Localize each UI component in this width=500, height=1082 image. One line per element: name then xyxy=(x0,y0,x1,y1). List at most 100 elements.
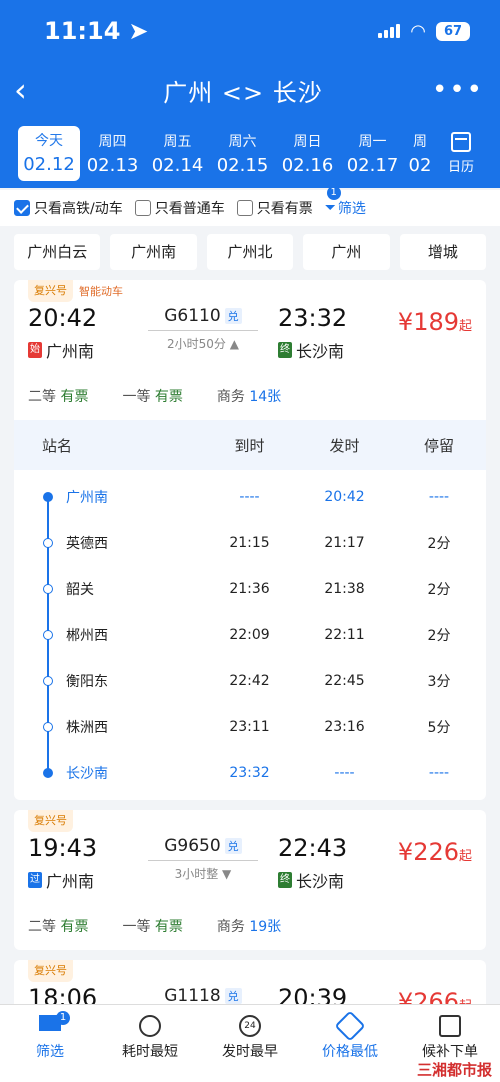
filter-row: 只看高铁/动车 只看普通车 只看有票 1 ⏷ 筛选 xyxy=(0,186,500,226)
station-chip[interactable]: 广州白云 xyxy=(14,234,101,270)
checkbox-icon[interactable] xyxy=(134,200,151,216)
checkbox-checked-icon[interactable] xyxy=(14,200,30,216)
price-suffix: 起 xyxy=(459,319,473,334)
filter-putong[interactable]: 只看普通车 xyxy=(134,198,225,218)
screen-filter-button[interactable]: 1 ⏷ 筛选 xyxy=(325,186,366,218)
filter-youpiao[interactable]: 只看有票 xyxy=(236,198,313,218)
battery-icon: 67 xyxy=(436,21,470,41)
price-value: ¥226 xyxy=(397,838,459,866)
location-arrow-icon: ➤ xyxy=(128,17,149,45)
stop-dot-icon xyxy=(43,722,53,732)
schedule-row: 韶关 21:36 21:38 2分 xyxy=(14,566,486,612)
calendar-button[interactable]: 日历 xyxy=(436,131,486,175)
arrival-time: 22:43 xyxy=(277,834,348,862)
cart-icon xyxy=(439,1015,461,1037)
schedule-row: 郴州西 22:09 22:11 2分 xyxy=(14,612,486,658)
price-value: ¥189 xyxy=(397,308,459,336)
date-tab-0[interactable]: 今天 02.12 xyxy=(18,125,80,181)
station-chip[interactable]: 广州北 xyxy=(206,234,294,270)
train-card[interactable]: 复兴号 智能动车 20:42 始广州南 G6110 兑 2小时50分 ▲ 23:3… xyxy=(14,280,486,800)
watermark-logo: 三湘都市报 xyxy=(416,1061,492,1079)
screen-badge: 1 xyxy=(56,1011,70,1025)
duration-toggle[interactable]: 2小时50分 ▲ xyxy=(148,335,258,352)
sort-fastest-button[interactable]: 耗时最短 xyxy=(100,1005,200,1082)
seat-class: 二等 有票 xyxy=(28,389,89,405)
train-type-tag: 复兴号 xyxy=(28,960,73,982)
date-weekday: 周 xyxy=(413,133,427,150)
seat-class: 二等 有票 xyxy=(28,919,89,935)
filter-label: 只看有票 xyxy=(256,201,313,217)
departure-time: 20:42 xyxy=(28,304,98,332)
checkbox-icon[interactable] xyxy=(236,200,253,216)
timer-icon xyxy=(139,1015,161,1037)
station-chip[interactable]: 广州 xyxy=(303,234,390,270)
arrival-time: 23:32 xyxy=(277,304,348,332)
train-card[interactable]: 复兴号 19:43 过广州南 G9650 兑 3小时整 ▼ 22:43 终长沙南 … xyxy=(14,810,486,950)
calendar-label: 日历 xyxy=(447,159,474,175)
date-tab-3[interactable]: 周六 02.15 xyxy=(210,131,275,176)
redeem-badge: 兑 xyxy=(224,988,242,1004)
redeem-badge: 兑 xyxy=(224,308,242,324)
date-weekday: 周日 xyxy=(293,133,322,150)
terminal-mark: 终 xyxy=(277,872,292,888)
price-suffix: 起 xyxy=(459,849,473,864)
station-chip[interactable]: 广州南 xyxy=(110,234,197,270)
signal-icon xyxy=(378,24,401,38)
status-time: 11:14 ➤ xyxy=(44,17,149,45)
date-tab-2[interactable]: 周五 02.14 xyxy=(145,131,210,176)
screen-label: 筛选 xyxy=(337,201,366,217)
date-value: 02.17 xyxy=(346,154,399,176)
back-icon[interactable]: ‹ xyxy=(14,74,54,106)
date-weekday: 周一 xyxy=(358,133,387,150)
departure-time: 19:43 xyxy=(28,834,98,862)
departure-station: 广州南 xyxy=(46,872,95,891)
train-type-tag: 复兴号 xyxy=(28,810,73,832)
arrival-station: 长沙南 xyxy=(295,872,344,891)
date-tab-5[interactable]: 周一 02.17 xyxy=(340,131,405,176)
date-value: 02.12 xyxy=(23,153,75,175)
stop-dot-icon xyxy=(43,538,53,548)
calendar-icon xyxy=(451,131,471,152)
date-tab-1[interactable]: 周四 02.13 xyxy=(80,131,145,176)
bottom-label: 发时最早 xyxy=(222,1044,278,1060)
bottom-label: 价格最低 xyxy=(322,1044,378,1060)
bottom-screen-button[interactable]: 1 筛选 xyxy=(0,1005,100,1082)
date-weekday: 周六 xyxy=(228,133,257,150)
departure-station: 广州南 xyxy=(46,342,95,361)
date-value: 02 xyxy=(408,154,432,176)
stop-dot-icon xyxy=(43,584,53,594)
wifi-icon: ◠ xyxy=(410,20,426,42)
schedule-row: 英德西 21:15 21:17 2分 xyxy=(14,520,486,566)
bottom-label: 筛选 xyxy=(36,1044,64,1060)
status-bar: 11:14 ➤ ◠ 67 xyxy=(0,0,500,62)
smart-train-tag: 智能动车 xyxy=(79,285,123,298)
passing-mark: 过 xyxy=(28,872,42,888)
price: ¥226起 xyxy=(398,834,472,866)
station-chip[interactable]: 增城 xyxy=(399,234,487,270)
arrival-station: 长沙南 xyxy=(295,342,344,361)
schedule-row: 株洲西 23:11 23:16 5分 xyxy=(14,704,486,750)
schedule-row: 广州南 ---- 20:42 ---- xyxy=(14,474,486,520)
filter-gaotie[interactable]: 只看高铁/动车 xyxy=(14,198,123,218)
train-number: G9650 xyxy=(164,836,221,856)
schedule-row: 衡阳东 22:42 22:45 3分 xyxy=(14,658,486,704)
seat-availability: 二等 有票 一等 有票 商务 14张 xyxy=(14,368,486,420)
origin-mark: 始 xyxy=(28,342,42,358)
sort-earliest-button[interactable]: 24 发时最早 xyxy=(200,1005,300,1082)
duration-toggle[interactable]: 3小时整 ▼ xyxy=(148,865,258,882)
seat-class: 商务 14张 xyxy=(216,389,282,405)
date-tab-4[interactable]: 周日 02.16 xyxy=(275,131,340,176)
date-weekday: 周四 xyxy=(98,133,127,150)
bottom-toolbar: 1 筛选 耗时最短 24 发时最早 价格最低 候补下单 三湘都市报 xyxy=(0,1004,500,1082)
sort-cheapest-button[interactable]: 价格最低 xyxy=(300,1005,400,1082)
schedule-row: 长沙南 23:32 ---- ---- xyxy=(14,750,486,796)
col-station: 站名 xyxy=(42,436,73,455)
stop-dot-icon xyxy=(43,768,53,778)
date-tab-6[interactable]: 周 02 xyxy=(405,131,435,176)
schedule-list: 广州南 ---- 20:42 ---- 英德西 21:15 21:17 2分 韶… xyxy=(14,470,486,800)
train-number: G6110 xyxy=(164,306,221,326)
more-icon[interactable]: ••• xyxy=(432,75,482,105)
date-value: 02.13 xyxy=(86,154,139,176)
seat-availability: 二等 有票 一等 有票 商务 19张 xyxy=(14,898,486,950)
date-strip: 今天 02.12 周四 02.13 周五 02.14 周六 02.15 周日 0… xyxy=(0,118,500,188)
